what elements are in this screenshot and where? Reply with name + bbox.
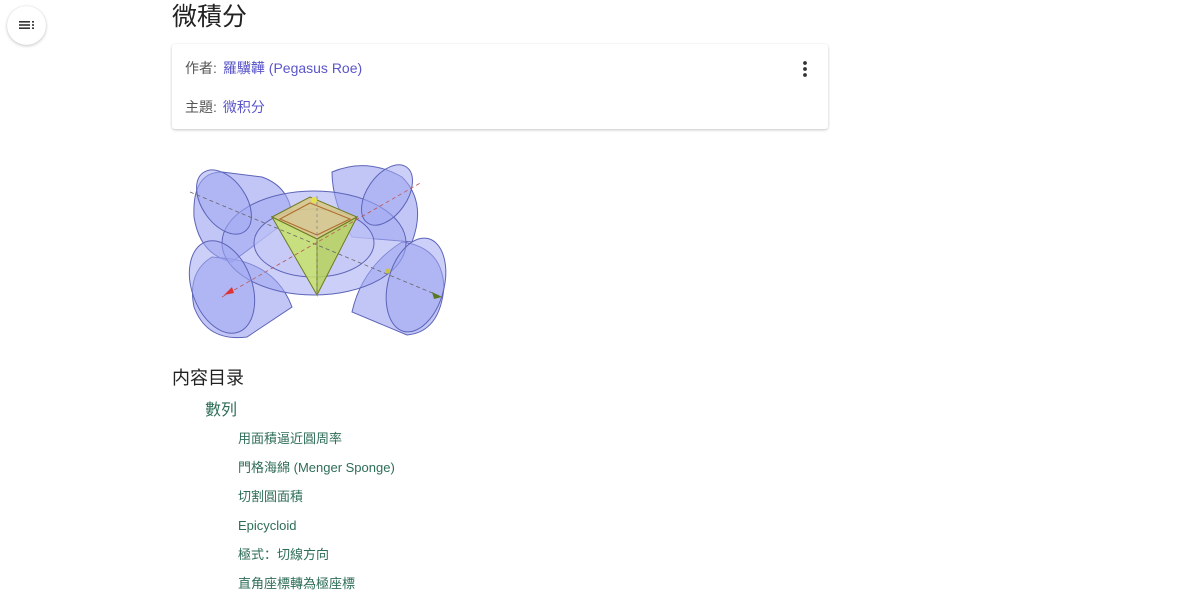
toc-item[interactable]: 極式：切線方向 <box>238 547 828 576</box>
menu-button[interactable] <box>7 6 46 45</box>
toc-item[interactable]: 用面積逼近圓周率 <box>238 431 828 460</box>
toc-item[interactable]: 門格海綿 (Menger Sponge) <box>238 460 828 489</box>
toc-section-title[interactable]: 數列 <box>205 401 828 421</box>
topic-label: 主題: <box>185 99 217 115</box>
topic-row: 主題: 微积分 <box>185 98 265 116</box>
page: 微積分 作者: 羅驥韡 (Pegasus Roe) 主題: 微积分 内容目录 數… <box>0 0 1200 599</box>
main-content: 微積分 作者: 羅驥韡 (Pegasus Roe) 主題: 微积分 内容目录 數… <box>172 0 828 599</box>
author-row: 作者: 羅驥韡 (Pegasus Roe) <box>185 59 362 77</box>
intersecting-cylinders-image <box>172 147 464 349</box>
info-card: 作者: 羅驥韡 (Pegasus Roe) 主題: 微积分 <box>172 44 828 129</box>
author-label: 作者: <box>185 60 217 76</box>
applet-thumbnail[interactable] <box>172 147 464 349</box>
toc-heading: 内容目录 <box>172 368 244 388</box>
toc-item[interactable]: 切割圓面積 <box>238 489 828 518</box>
author-link[interactable]: 羅驥韡 (Pegasus Roe) <box>223 60 362 76</box>
menu-list-icon <box>18 20 34 29</box>
more-options-button[interactable] <box>796 59 814 79</box>
more-vert-icon <box>803 61 807 77</box>
toc-list: 用面積逼近圓周率 門格海綿 (Menger Sponge) 切割圓面積 Epic… <box>238 431 828 599</box>
toc-item[interactable]: Epicycloid <box>238 518 828 547</box>
toc-item[interactable]: 直角座標轉為極座標 <box>238 576 828 599</box>
topic-link[interactable]: 微积分 <box>223 99 265 115</box>
page-title: 微積分 <box>172 3 248 31</box>
